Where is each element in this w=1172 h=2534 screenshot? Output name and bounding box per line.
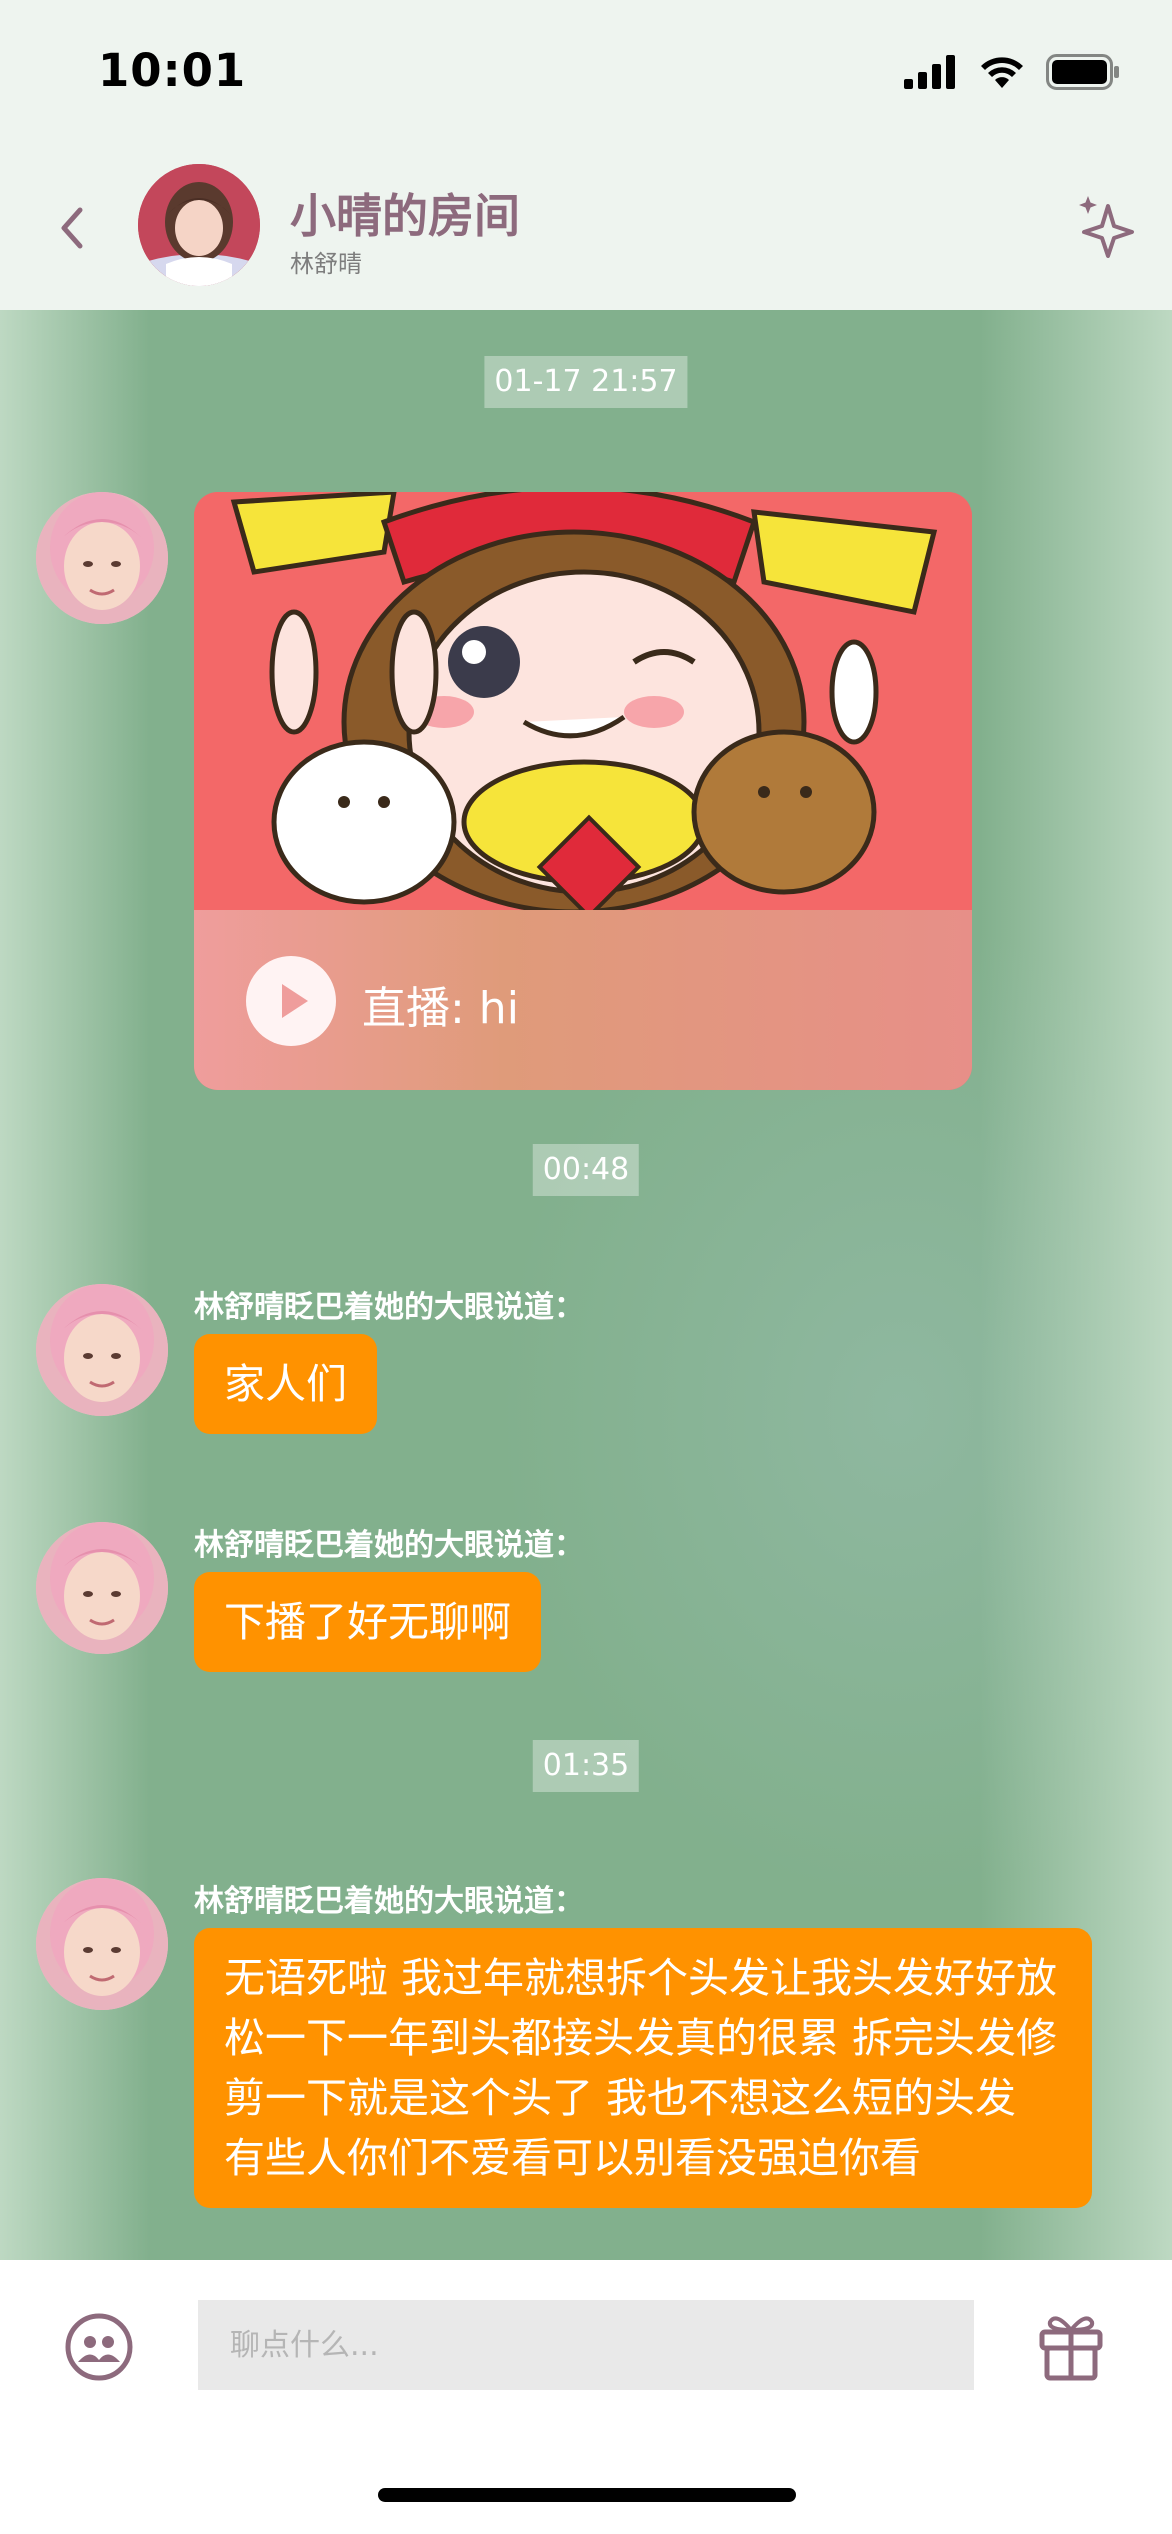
back-button[interactable]	[48, 198, 98, 258]
avatar[interactable]	[36, 1878, 168, 2010]
home-indicator[interactable]	[378, 2488, 796, 2502]
sparkle-icon	[1079, 196, 1134, 258]
live-title: 直播: hi	[362, 983, 519, 1034]
live-stream-card[interactable]: 直播: hi	[194, 492, 972, 1090]
avatar-image	[36, 1878, 168, 2010]
avatar[interactable]	[36, 1522, 168, 1654]
room-avatar[interactable]	[138, 164, 260, 286]
status-bar: 10:01	[0, 0, 1172, 150]
message-bubble[interactable]: 无语死啦 我过年就想拆个头发让我头发好好放松一下一年到头都接头发真的很累 拆完头…	[194, 1928, 1092, 2208]
avatar-image	[36, 1522, 168, 1654]
avatar[interactable]	[36, 1284, 168, 1416]
live-info-bar: 直播: hi	[194, 910, 972, 1090]
timestamp: 00:48	[532, 1144, 640, 1196]
timestamp: 01-17 21:57	[484, 356, 688, 408]
avatar-image	[36, 1284, 168, 1416]
battery-icon	[1046, 54, 1119, 90]
room-owner-name: 林舒晴	[290, 250, 362, 278]
wifi-icon	[981, 57, 1023, 88]
avatar[interactable]	[36, 492, 168, 624]
play-icon	[282, 984, 308, 1018]
sender-name: 林舒晴眨巴着她的大眼说道：	[194, 1528, 584, 1563]
room-title: 小晴的房间	[290, 189, 520, 243]
emoji-button[interactable]	[64, 2312, 134, 2382]
sparkle-button[interactable]	[1076, 194, 1136, 258]
message-input[interactable]	[198, 2300, 974, 2390]
status-icons	[904, 52, 1120, 92]
gift-button[interactable]	[1036, 2310, 1106, 2382]
avatar-image	[36, 492, 168, 624]
gift-icon	[1039, 2316, 1103, 2381]
timestamp: 01:35	[532, 1740, 640, 1792]
message-bubble[interactable]: 家人们	[194, 1334, 377, 1434]
group-face-icon	[65, 2313, 133, 2381]
signal-icon	[904, 55, 955, 89]
room-header: 小晴的房间 林舒晴	[0, 150, 1172, 311]
sender-name: 林舒晴眨巴着她的大眼说道：	[194, 1884, 584, 1919]
sender-name: 林舒晴眨巴着她的大眼说道：	[194, 1290, 584, 1325]
play-button[interactable]	[246, 956, 336, 1046]
chevron-left-icon	[61, 207, 83, 249]
status-time: 10:01	[98, 44, 247, 97]
message-bubble[interactable]: 下播了好无聊啊	[194, 1572, 541, 1672]
room-avatar-image	[138, 164, 260, 286]
chat-area[interactable]: 01-17 21:57 直播: hi 00:48 林舒晴眨巴着她的大眼说道： 家…	[0, 310, 1172, 2260]
live-cover-image	[194, 492, 972, 912]
